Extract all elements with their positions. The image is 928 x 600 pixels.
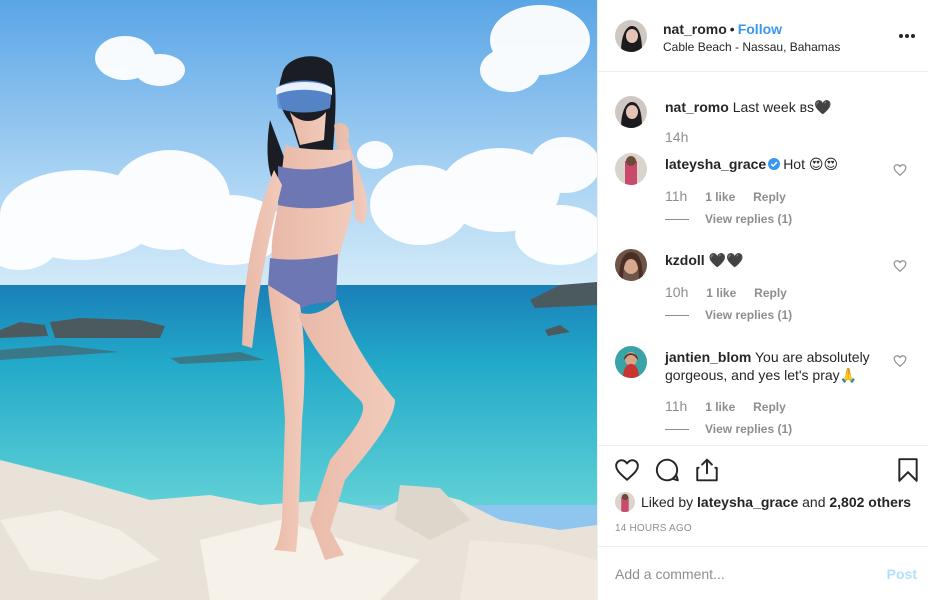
- replies-divider: [665, 428, 689, 430]
- commenter-username[interactable]: lateysha_grace: [665, 156, 766, 172]
- caption-text: nat_romo Last week ʙs🖤: [665, 98, 895, 116]
- comment-time[interactable]: 11h: [665, 398, 687, 414]
- more-horizontal-icon[interactable]: [897, 26, 917, 46]
- comment-likes[interactable]: 1 like: [705, 400, 735, 414]
- view-replies-button[interactable]: View replies (1): [665, 422, 792, 436]
- comment-body: 🖤🖤: [708, 252, 744, 268]
- commenter-avatar[interactable]: [615, 153, 647, 185]
- reply-button[interactable]: Reply: [753, 400, 786, 414]
- comment-meta: 11h 1 like Reply: [665, 188, 800, 204]
- post-comment-button[interactable]: Post: [887, 566, 917, 582]
- likes-others-link[interactable]: 2,802 others: [829, 494, 911, 510]
- likes-summary: Liked by lateysha_grace and 2,802 others: [615, 492, 911, 512]
- post-timestamp[interactable]: 14 HOURS AGO: [615, 523, 692, 534]
- caption-body: Last week ʙs🖤: [732, 99, 832, 115]
- replies-divider: [665, 314, 689, 316]
- comment-input[interactable]: [615, 564, 855, 584]
- bookmark-icon[interactable]: [895, 457, 921, 483]
- comment-text: jantien_blom You are absolutely gorgeous…: [665, 348, 895, 384]
- share-icon[interactable]: [694, 457, 720, 483]
- comment-bubble-icon[interactable]: [654, 457, 680, 483]
- comment-text: lateysha_grace Hot 😍😍: [665, 155, 895, 173]
- likes-prefix: Liked by: [641, 494, 694, 510]
- location-link[interactable]: Cable Beach - Nassau, Bahamas: [663, 39, 840, 55]
- view-replies-label: View replies (1): [705, 422, 793, 436]
- caption-username[interactable]: nat_romo: [665, 99, 729, 115]
- view-replies-label: View replies (1): [705, 212, 793, 226]
- comment-meta: 10h 1 like Reply: [665, 284, 801, 300]
- comment-text: kzdoll 🖤🖤: [665, 251, 895, 269]
- liker-avatar[interactable]: [615, 492, 635, 512]
- like-heart-icon[interactable]: [614, 457, 640, 483]
- author-info: nat_romo • Follow Cable Beach - Nassau, Ba…: [663, 21, 840, 55]
- commenter-username[interactable]: jantien_blom: [665, 349, 751, 365]
- caption-avatar[interactable]: [615, 96, 647, 128]
- like-comment-heart-icon[interactable]: [893, 259, 907, 273]
- comments-list[interactable]: nat_romo Last week ʙs🖤 14h lateysha_grac…: [598, 73, 928, 446]
- commenter-username[interactable]: kzdoll: [665, 252, 705, 268]
- caption-meta: 14h: [665, 129, 702, 145]
- follow-button[interactable]: Follow: [738, 21, 782, 37]
- post-actions: [598, 447, 928, 493]
- likes-and: and: [802, 494, 826, 510]
- comment-body: Hot 😍😍: [783, 156, 839, 172]
- add-comment-bar: Post: [598, 546, 928, 600]
- comment-meta: 11h 1 like Reply: [665, 398, 800, 414]
- commenter-avatar[interactable]: [615, 346, 647, 378]
- like-comment-heart-icon[interactable]: [893, 163, 907, 177]
- view-replies-button[interactable]: View replies (1): [665, 212, 792, 226]
- comment-time[interactable]: 11h: [665, 188, 687, 204]
- post-photo[interactable]: [0, 0, 597, 600]
- like-comment-heart-icon[interactable]: [893, 354, 907, 368]
- comment-likes[interactable]: 1 like: [706, 286, 736, 300]
- reply-button[interactable]: Reply: [753, 190, 786, 204]
- separator-dot: •: [729, 21, 735, 37]
- caption-time[interactable]: 14h: [665, 129, 688, 145]
- author-username[interactable]: nat_romo: [663, 21, 727, 37]
- liker-username[interactable]: lateysha_grace: [697, 494, 798, 510]
- comment-likes[interactable]: 1 like: [705, 190, 735, 204]
- post-side-panel: nat_romo • Follow Cable Beach - Nassau, Ba…: [597, 0, 928, 600]
- reply-button[interactable]: Reply: [754, 286, 787, 300]
- verified-badge-icon: [768, 158, 781, 170]
- commenter-avatar[interactable]: [615, 249, 647, 281]
- replies-divider: [665, 218, 689, 220]
- comment-time[interactable]: 10h: [665, 284, 688, 300]
- post-header: nat_romo • Follow Cable Beach - Nassau, Ba…: [598, 0, 928, 72]
- view-replies-label: View replies (1): [705, 308, 793, 322]
- view-replies-button[interactable]: View replies (1): [665, 308, 792, 322]
- author-avatar[interactable]: [615, 20, 647, 52]
- beach-photo-image: [0, 0, 597, 600]
